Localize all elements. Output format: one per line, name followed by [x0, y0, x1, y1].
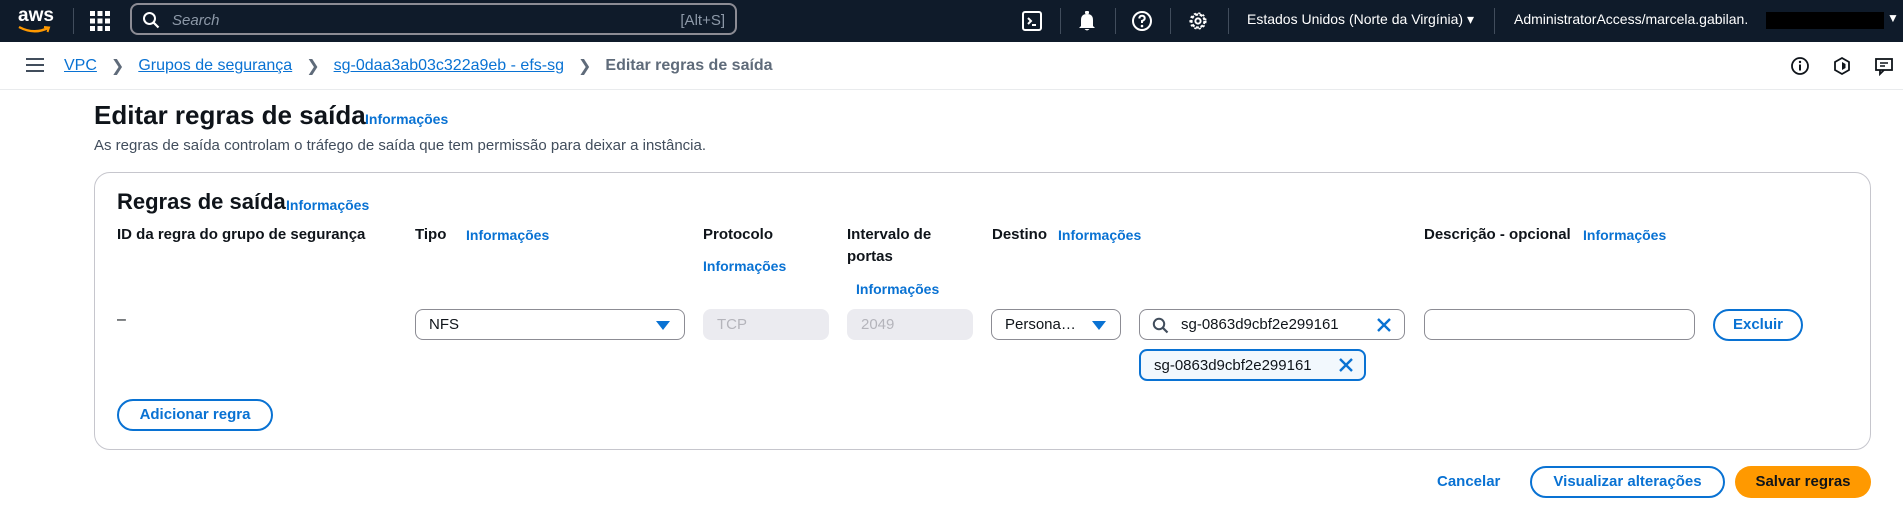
chevron-down-icon[interactable]: ▼: [1887, 11, 1899, 25]
aws-smile-icon: [18, 25, 51, 33]
menu-icon[interactable]: [26, 57, 44, 73]
port-range-input: 2049: [847, 309, 973, 340]
protocol-info-link[interactable]: Informações: [703, 258, 786, 274]
breadcrumb: VPC ❯ Grupos de segurança ❯ sg-0daa3ab03…: [64, 56, 773, 76]
divider: [1115, 8, 1116, 34]
add-rule-button[interactable]: Adicionar regra: [117, 399, 273, 431]
description-input[interactable]: [1424, 309, 1695, 340]
column-header-rule-id: ID da regra do grupo de segurança: [117, 226, 366, 243]
destination-type-select[interactable]: Persona…: [991, 309, 1121, 340]
page-info-link[interactable]: Informações: [365, 111, 448, 127]
rule-id-value: –: [117, 311, 126, 328]
column-header-type: Tipo: [415, 226, 447, 243]
divider: [1494, 8, 1495, 34]
column-header-destination: Destino: [992, 226, 1048, 243]
destination-info-link[interactable]: Informações: [1058, 227, 1141, 243]
destination-token: sg-0863d9cbf2e299161: [1139, 349, 1366, 381]
chevron-right-icon: ❯: [577, 58, 592, 75]
caret-down-icon: [656, 321, 670, 330]
divider: [1228, 8, 1229, 34]
chevron-right-icon: ❯: [110, 58, 125, 75]
page-title: Editar regras de saída: [94, 100, 366, 130]
type-select-value: NFS: [429, 316, 459, 333]
breadcrumb-current: Editar regras de saída: [605, 57, 773, 74]
type-info-link[interactable]: Informações: [466, 227, 549, 243]
divider: [1060, 8, 1061, 34]
description-info-link[interactable]: Informações: [1583, 227, 1666, 243]
search-icon: [1152, 317, 1169, 334]
breadcrumb-vpc[interactable]: VPC: [64, 57, 97, 75]
save-rules-button[interactable]: Salvar regras: [1735, 466, 1871, 498]
region-selector[interactable]: Estados Unidos (Norte da Virgínia) ▾: [1247, 11, 1474, 28]
divider: [73, 8, 74, 34]
breadcrumb-bar: VPC ❯ Grupos de segurança ❯ sg-0daa3ab03…: [0, 42, 1903, 90]
caret-down-icon: [1092, 321, 1106, 330]
aws-logo-text: aws: [18, 5, 54, 26]
protocol-value: TCP: [717, 316, 747, 333]
column-header-protocol: Protocolo: [703, 226, 773, 243]
breadcrumb-security-groups[interactable]: Grupos de segurança: [138, 57, 292, 75]
shield-icon[interactable]: [1832, 56, 1852, 76]
search-shortcut: [Alt+S]: [680, 12, 725, 29]
grid-icon[interactable]: [90, 11, 110, 31]
column-header-port-range: Intervalo de: [847, 226, 932, 243]
search-icon: [143, 12, 160, 29]
clear-icon[interactable]: [1376, 317, 1392, 333]
destination-search-value: sg-0863d9cbf2e299161: [1181, 316, 1339, 333]
search-placeholder: Search: [172, 12, 220, 29]
breadcrumb-security-group[interactable]: sg-0daa3ab03c322a9eb - efs-sg: [334, 57, 564, 75]
top-navigation: aws Search [Alt+S] Estados Unidos (Norte…: [0, 0, 1903, 42]
bell-icon[interactable]: [1075, 9, 1099, 33]
panel-title: Regras de saída: [117, 189, 286, 214]
port-range-value: 2049: [861, 316, 895, 333]
remove-token-icon[interactable]: [1338, 357, 1354, 373]
cancel-button[interactable]: Cancelar: [1437, 473, 1500, 490]
port-range-info-link[interactable]: Informações: [856, 281, 939, 297]
type-select[interactable]: NFS: [415, 309, 685, 340]
column-header-port-range-line2: portas: [847, 248, 893, 265]
redaction-bar: [1766, 12, 1884, 29]
destination-search-input[interactable]: sg-0863d9cbf2e299161: [1139, 309, 1405, 340]
page-description: As regras de saída controlam o tráfego d…: [94, 137, 707, 154]
cloudshell-icon[interactable]: [1020, 9, 1044, 33]
chevron-right-icon: ❯: [306, 58, 320, 75]
aws-logo[interactable]: aws: [18, 5, 54, 35]
global-search-input[interactable]: Search [Alt+S]: [130, 3, 737, 35]
account-menu[interactable]: AdministratorAccess/marcela.gabilan.: [1514, 11, 1748, 27]
destination-token-value: sg-0863d9cbf2e299161: [1154, 357, 1312, 374]
preview-changes-button[interactable]: Visualizar alterações: [1530, 466, 1725, 498]
column-header-description: Descrição - opcional: [1424, 226, 1571, 243]
info-icon[interactable]: [1790, 56, 1810, 76]
destination-type-value: Persona…: [1005, 316, 1076, 333]
delete-rule-button[interactable]: Excluir: [1713, 309, 1803, 341]
help-icon[interactable]: [1130, 9, 1154, 33]
divider: [1170, 8, 1171, 34]
protocol-input: TCP: [703, 309, 829, 340]
settings-icon[interactable]: [1186, 9, 1210, 33]
feedback-icon[interactable]: [1874, 56, 1894, 76]
panel-info-link[interactable]: Informações: [286, 197, 369, 213]
